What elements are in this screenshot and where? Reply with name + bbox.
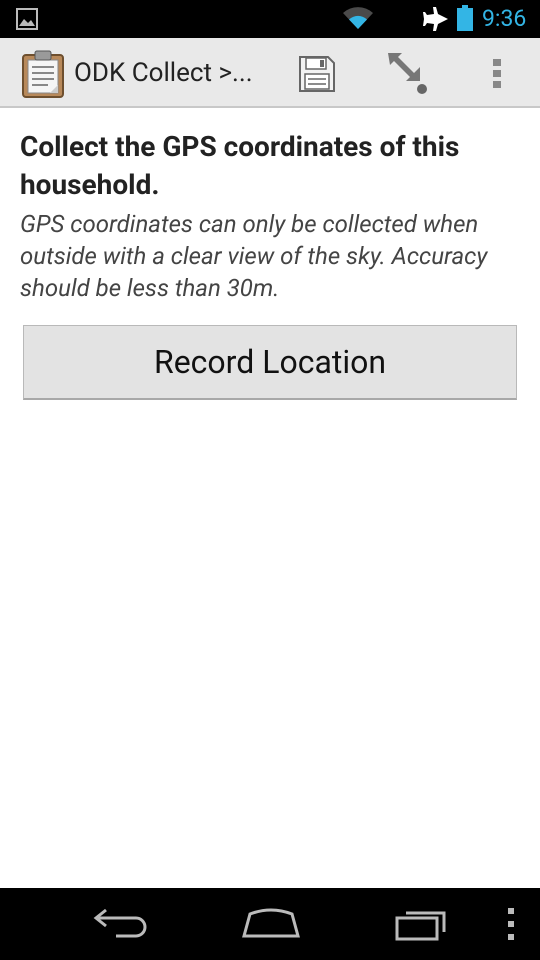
recent-apps-icon[interactable]: [394, 904, 450, 942]
record-location-button[interactable]: Record Location: [23, 325, 517, 400]
menu-icon[interactable]: [505, 906, 517, 942]
status-clock: 9:36: [482, 5, 527, 32]
overflow-menu-button[interactable]: [485, 52, 509, 96]
action-bar: ODK Collect >...: [0, 38, 540, 108]
overflow-menu-icon: [493, 59, 501, 88]
go-to-prompt-icon: [388, 53, 427, 94]
picture-icon: [16, 8, 38, 30]
save-icon: [299, 56, 335, 92]
app-title: ODK Collect >...: [74, 58, 253, 88]
question-label: Collect the GPS coordinates of this hous…: [20, 130, 460, 201]
battery-icon: [457, 5, 473, 31]
save-button[interactable]: [294, 52, 340, 96]
go-to-prompt-button[interactable]: [380, 50, 432, 98]
clipboard-app-icon: [22, 50, 64, 98]
back-icon[interactable]: [92, 906, 150, 942]
airplane-mode-icon: [423, 7, 448, 31]
wifi-icon: [343, 7, 373, 29]
question-hint: GPS coordinates can only be collected wh…: [20, 210, 488, 302]
status-bar: 9:36: [0, 0, 540, 38]
home-icon[interactable]: [240, 908, 302, 940]
navigation-bar: [0, 888, 540, 960]
